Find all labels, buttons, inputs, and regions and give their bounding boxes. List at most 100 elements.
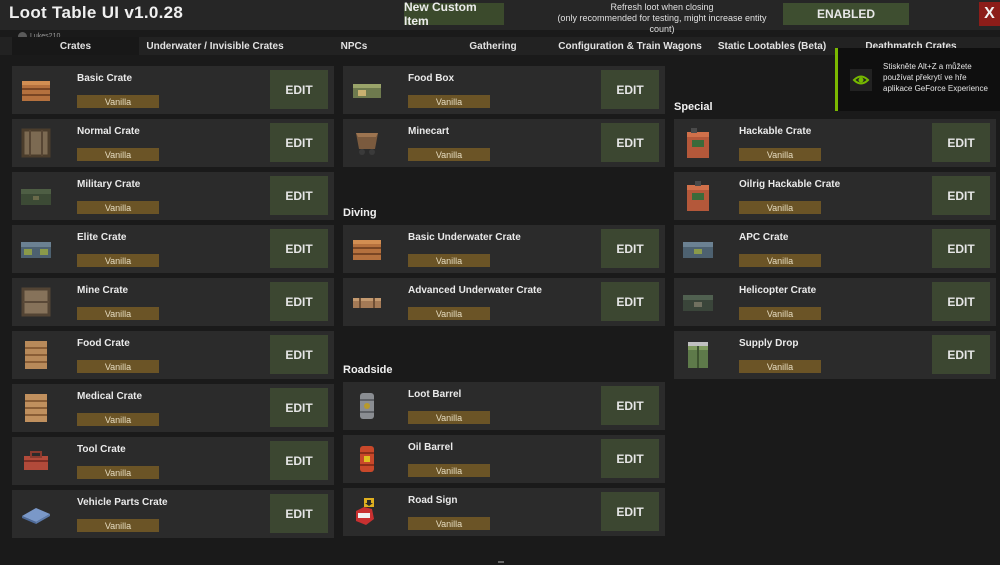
- wooden-crate-icon: [18, 73, 54, 107]
- advanced-underwater-crate-icon: [349, 285, 385, 319]
- edit-button[interactable]: EDIT: [932, 335, 990, 374]
- item-name: Medical Crate: [77, 391, 143, 402]
- loot-card-food-box: Food Box Vanilla EDIT: [343, 66, 665, 114]
- vanilla-tag: Vanilla: [739, 148, 821, 161]
- loot-card-supply-drop: Supply Drop Vanilla EDIT: [674, 331, 996, 379]
- military-crate-icon: [18, 179, 54, 213]
- overlay-message: Stiskněte Alt+Z a můžete používat překry…: [883, 62, 988, 93]
- edit-button[interactable]: EDIT: [270, 70, 328, 109]
- tab-gathering[interactable]: Gathering: [462, 37, 524, 55]
- close-button[interactable]: X: [979, 2, 1000, 26]
- food-crate-icon: [18, 338, 54, 372]
- edit-button[interactable]: EDIT: [601, 386, 659, 425]
- loot-card-helicopter-crate: Helicopter Crate Vanilla EDIT: [674, 278, 996, 326]
- nvidia-logo-icon: [850, 69, 872, 91]
- loot-card-food-crate: Food Crate Vanilla EDIT: [12, 331, 334, 379]
- item-name: Food Box: [408, 73, 455, 84]
- vanilla-tag: Vanilla: [739, 254, 821, 267]
- medical-crate-icon: [18, 391, 54, 425]
- edit-button[interactable]: EDIT: [601, 282, 659, 321]
- loot-card-advanced-underwater-crate: Advanced Underwater Crate Vanilla EDIT: [343, 278, 665, 326]
- loot-card-medical-crate: Medical Crate Vanilla EDIT: [12, 384, 334, 432]
- apc-crate-icon: [680, 232, 716, 266]
- edit-button[interactable]: EDIT: [270, 388, 328, 427]
- item-name: Food Crate: [77, 338, 130, 349]
- vanilla-tag: Vanilla: [77, 254, 159, 267]
- vanilla-tag: Vanilla: [408, 464, 490, 477]
- item-name: Minecart: [408, 126, 450, 137]
- edit-button[interactable]: EDIT: [932, 176, 990, 215]
- top-bar: Loot Table UI v1.0.28 New Custom Item Re…: [0, 0, 1000, 34]
- loot-card-basic-crate: Basic Crate Vanilla EDIT: [12, 66, 334, 114]
- refresh-loot-note: Refresh loot when closing (only recommen…: [545, 2, 779, 35]
- vanilla-tag: Vanilla: [408, 148, 490, 161]
- refresh-loot-label: Refresh loot when closing: [610, 2, 714, 12]
- loot-card-vehicle-parts-crate: Vehicle Parts Crate Vanilla EDIT: [12, 490, 334, 538]
- tab-underwater-invisible-crates[interactable]: Underwater / Invisible Crates: [143, 37, 287, 55]
- item-name: Hackable Crate: [739, 126, 812, 137]
- tab-static-lootables[interactable]: Static Lootables (Beta): [716, 37, 828, 55]
- loot-card-oil-barrel: Oil Barrel Vanilla EDIT: [343, 435, 665, 483]
- tab-configuration-train-wagons[interactable]: Configuration & Train Wagons: [558, 37, 702, 55]
- vehicle-parts-crate-icon: [18, 497, 54, 531]
- oil-barrel-icon: [349, 442, 385, 476]
- vanilla-tag: Vanilla: [739, 307, 821, 320]
- item-name: Military Crate: [77, 179, 141, 190]
- road-sign-icon: [349, 495, 385, 529]
- edit-button[interactable]: EDIT: [932, 123, 990, 162]
- scroll-indicator: [498, 561, 504, 563]
- edit-button[interactable]: EDIT: [601, 70, 659, 109]
- vanilla-tag: Vanilla: [77, 413, 159, 426]
- new-custom-item-button[interactable]: New Custom Item: [404, 0, 504, 28]
- section-title-diving: Diving: [343, 207, 377, 219]
- edit-button[interactable]: EDIT: [270, 282, 328, 321]
- edit-button[interactable]: EDIT: [601, 229, 659, 268]
- refresh-loot-toggle[interactable]: ENABLED: [783, 3, 909, 25]
- item-name: Oil Barrel: [408, 442, 454, 453]
- item-name: Basic Crate: [77, 73, 133, 84]
- vanilla-tag: Vanilla: [77, 148, 159, 161]
- food-box-icon: [349, 73, 385, 107]
- edit-button[interactable]: EDIT: [932, 282, 990, 321]
- section-title-special: Special: [674, 101, 713, 113]
- edit-button[interactable]: EDIT: [270, 494, 328, 533]
- item-name: Road Sign: [408, 495, 458, 506]
- geforce-overlay-notification: Stiskněte Alt+Z a můžete používat překry…: [835, 48, 1000, 111]
- edit-button[interactable]: EDIT: [270, 335, 328, 374]
- underwater-crate-icon: [349, 232, 385, 266]
- edit-button[interactable]: EDIT: [932, 229, 990, 268]
- item-name: Tool Crate: [77, 444, 126, 455]
- app-title: Loot Table UI v1.0.28: [9, 3, 184, 22]
- loot-card-normal-crate: Normal Crate Vanilla EDIT: [12, 119, 334, 167]
- loot-card-basic-underwater-crate: Basic Underwater Crate Vanilla EDIT: [343, 225, 665, 273]
- vanilla-tag: Vanilla: [739, 360, 821, 373]
- edit-button[interactable]: EDIT: [270, 123, 328, 162]
- edit-button[interactable]: EDIT: [601, 492, 659, 531]
- vanilla-tag: Vanilla: [408, 254, 490, 267]
- loot-card-loot-barrel: Loot Barrel Vanilla EDIT: [343, 382, 665, 430]
- edit-button[interactable]: EDIT: [270, 441, 328, 480]
- section-title-roadside: Roadside: [343, 364, 393, 376]
- loot-card-road-sign: Road Sign Vanilla EDIT: [343, 488, 665, 536]
- item-name: Basic Underwater Crate: [408, 232, 521, 243]
- loot-card-minecart: Minecart Vanilla EDIT: [343, 119, 665, 167]
- edit-button[interactable]: EDIT: [270, 229, 328, 268]
- vanilla-tag: Vanilla: [739, 201, 821, 214]
- tab-crates[interactable]: Crates: [12, 37, 139, 55]
- loot-card-hackable-crate: Hackable Crate Vanilla EDIT: [674, 119, 996, 167]
- item-name: Vehicle Parts Crate: [77, 497, 168, 508]
- tab-npcs[interactable]: NPCs: [330, 37, 378, 55]
- item-name: Helicopter Crate: [739, 285, 817, 296]
- vanilla-tag: Vanilla: [408, 517, 490, 530]
- loot-card-mine-crate: Mine Crate Vanilla EDIT: [12, 278, 334, 326]
- hackable-crate-icon: [680, 126, 716, 160]
- loot-card-tool-crate: Tool Crate Vanilla EDIT: [12, 437, 334, 485]
- vanilla-tag: Vanilla: [408, 307, 490, 320]
- edit-button[interactable]: EDIT: [601, 123, 659, 162]
- item-name: Loot Barrel: [408, 389, 462, 400]
- edit-button[interactable]: EDIT: [601, 439, 659, 478]
- edit-button[interactable]: EDIT: [270, 176, 328, 215]
- toolbox-icon: [18, 444, 54, 478]
- refresh-loot-hint: (only recommended for testing, might inc…: [557, 13, 767, 34]
- vanilla-tag: Vanilla: [77, 360, 159, 373]
